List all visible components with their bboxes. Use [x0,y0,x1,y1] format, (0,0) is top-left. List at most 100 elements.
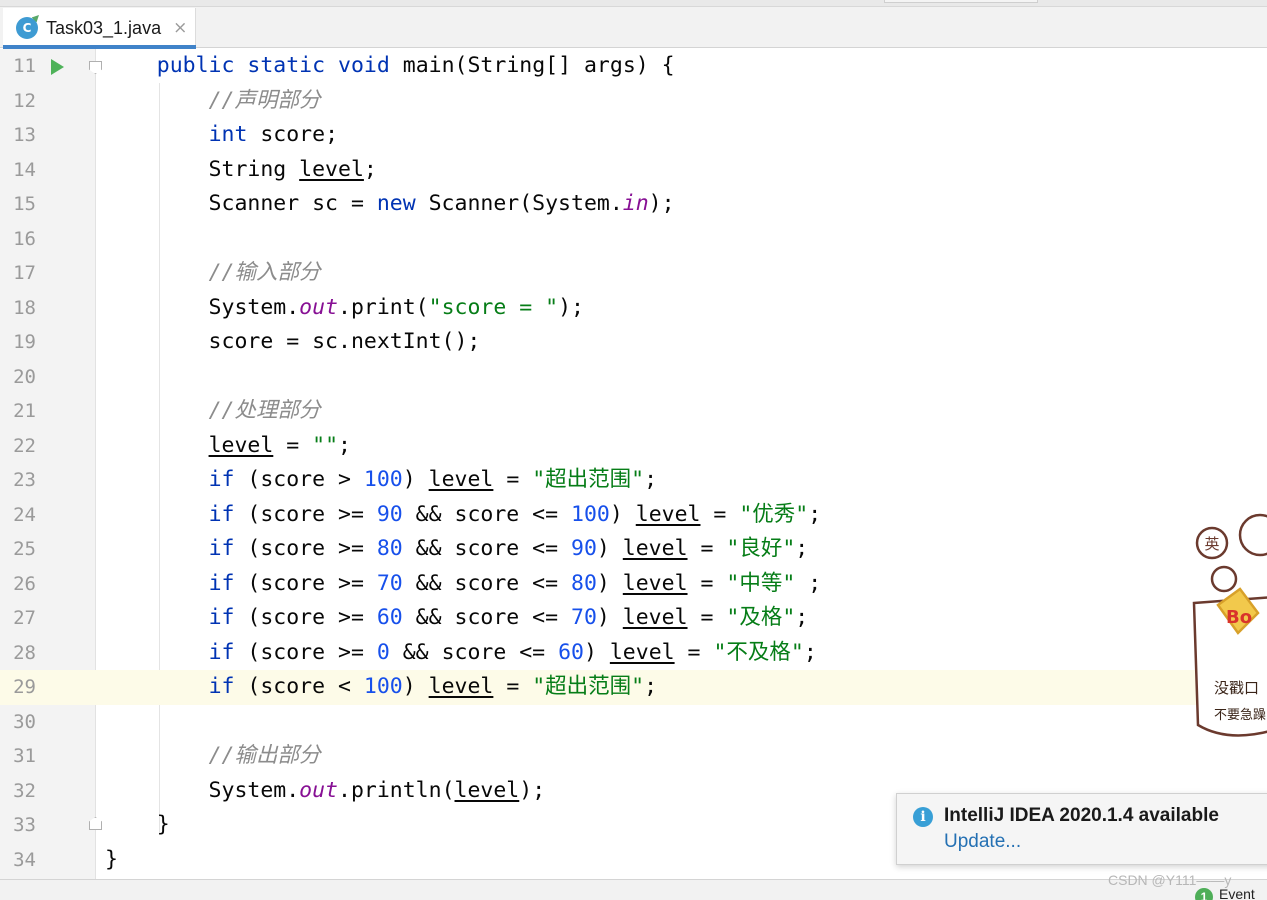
token-fld: out [299,294,339,320]
tab-task03-1-java[interactable]: C Task03_1.java × [3,8,196,49]
code-text: if (score > 100) level = "超出范围"; [105,463,658,498]
token-num: 90 [376,501,403,527]
code-line[interactable]: 16 [0,222,1267,257]
code-line[interactable]: 21 //处理部分 [0,394,1267,429]
line-number: 24 [13,503,36,526]
token-plain: = [493,674,533,699]
sticker-text-line2: 不要急躁 [1214,708,1266,723]
code-line[interactable]: 15 Scanner sc = new Scanner(System.in); [0,187,1267,222]
token-str: "" [312,432,339,458]
token-cm: //输入部分 [208,260,321,285]
line-number: 27 [13,607,36,629]
line-number: 22 [13,434,36,457]
token-var: level [635,501,701,527]
code-line[interactable]: 29 if (score < 100) level = "超出范围"; [0,670,1267,705]
code-line[interactable]: 24 if (score >= 90 && score <= 100) leve… [0,498,1267,533]
code-line[interactable]: 14 String level; [0,153,1267,188]
line-number: 16 [13,227,36,250]
line-number: 11 [13,55,36,77]
token-str: "及格" [726,605,796,630]
java-class-icon: C [16,17,38,39]
line-number: 34 [13,848,36,871]
token-var: level [299,156,364,182]
token-str: "良好" [726,536,796,561]
token-num: 90 [571,536,597,561]
line-number: 25 [13,538,36,560]
event-log-label[interactable]: Event [1219,886,1255,900]
code-line[interactable]: 23 if (score > 100) level = "超出范围"; [0,463,1267,498]
code-line[interactable]: 11 public static void main(String[] args… [0,49,1267,84]
code-line[interactable]: 26 if (score >= 70 && score <= 80) level… [0,567,1267,602]
token-plain: = [687,570,727,596]
token-num: 70 [376,570,403,596]
code-text: Scanner sc = new Scanner(System.in); [105,187,675,222]
run-icon[interactable] [51,59,64,75]
code-text: if (score >= 80 && score <= 90) level = … [105,532,809,567]
code-line[interactable]: 28 if (score >= 0 && score <= 60) level … [0,636,1267,671]
token-plain: (String[] args) { [454,53,675,78]
token-plain: String [105,156,300,182]
token-var: level [428,674,494,699]
code-text: //处理部分 [105,394,321,429]
token-plain: ) [609,501,636,527]
token-plain: && score <= [402,570,572,596]
code-line[interactable]: 12 //声明部分 [0,84,1267,119]
token-plain: && score <= [402,536,572,561]
sticker-badge: 英 [1204,535,1219,553]
code-text: //输出部分 [105,739,321,774]
token-str: "不及格" [713,639,804,665]
line-number: 26 [13,572,36,595]
code-line[interactable]: 20 [0,360,1267,395]
sticker-boom-text: Bo [1226,607,1252,628]
code-line[interactable]: 19 score = sc.nextInt(); [0,325,1267,360]
line-number: 15 [13,193,36,215]
token-cm: //输出部分 [208,743,321,768]
token-plain: (score >= [234,536,377,561]
line-number: 21 [13,400,36,422]
update-notification[interactable]: i IntelliJ IDEA 2020.1.4 available Updat… [896,793,1267,865]
token-kw: if [208,501,235,527]
event-log-badge[interactable]: 1 [1195,888,1213,900]
code-line[interactable]: 13 int score; [0,118,1267,153]
token-num: 60 [376,605,403,630]
code-text: //输入部分 [105,256,321,291]
code-line[interactable]: 30 [0,705,1267,740]
code-text: String level; [105,153,377,188]
token-var: level [208,432,274,458]
token-plain: } [105,812,170,837]
code-line[interactable]: 31 //输出部分 [0,739,1267,774]
token-kw: if [208,605,235,630]
line-number: 13 [13,124,36,146]
fold-icon[interactable] [89,61,102,74]
token-plain: (score > [234,467,364,492]
code-line[interactable]: 18 System.out.print("score = "); [0,291,1267,326]
token-kw: void [338,53,390,78]
fold-end-icon[interactable] [89,817,102,830]
code-editor[interactable]: 11 public static void main(String[] args… [0,49,1267,879]
token-plain: = [687,536,727,561]
token-plain: ; [795,570,822,596]
code-line[interactable]: 25 if (score >= 80 && score <= 90) level… [0,532,1267,567]
token-plain: Scanner sc = [105,191,377,216]
close-icon[interactable]: × [173,18,187,38]
token-kw: if [208,639,235,665]
token-var: level [622,605,688,630]
line-number: 30 [13,710,36,733]
token-kw: int [208,122,248,147]
token-plain: } [105,846,118,872]
toolbar-handle [884,0,1038,3]
token-fld: out [299,777,339,803]
line-number: 33 [13,814,36,836]
code-line[interactable]: 22 level = ""; [0,429,1267,464]
update-link[interactable]: Update... [944,831,1021,853]
token-str: "中等" [726,570,796,596]
token-plain: ; [795,536,809,561]
token-num: 60 [558,639,584,665]
code-line[interactable]: 17 //输入部分 [0,256,1267,291]
code-line[interactable]: 27 if (score >= 60 && score <= 70) level… [0,601,1267,636]
cartoon-sticker: 英 Bo 没戳口 不要急躁 [1192,513,1267,737]
token-plain: ); [648,191,675,216]
